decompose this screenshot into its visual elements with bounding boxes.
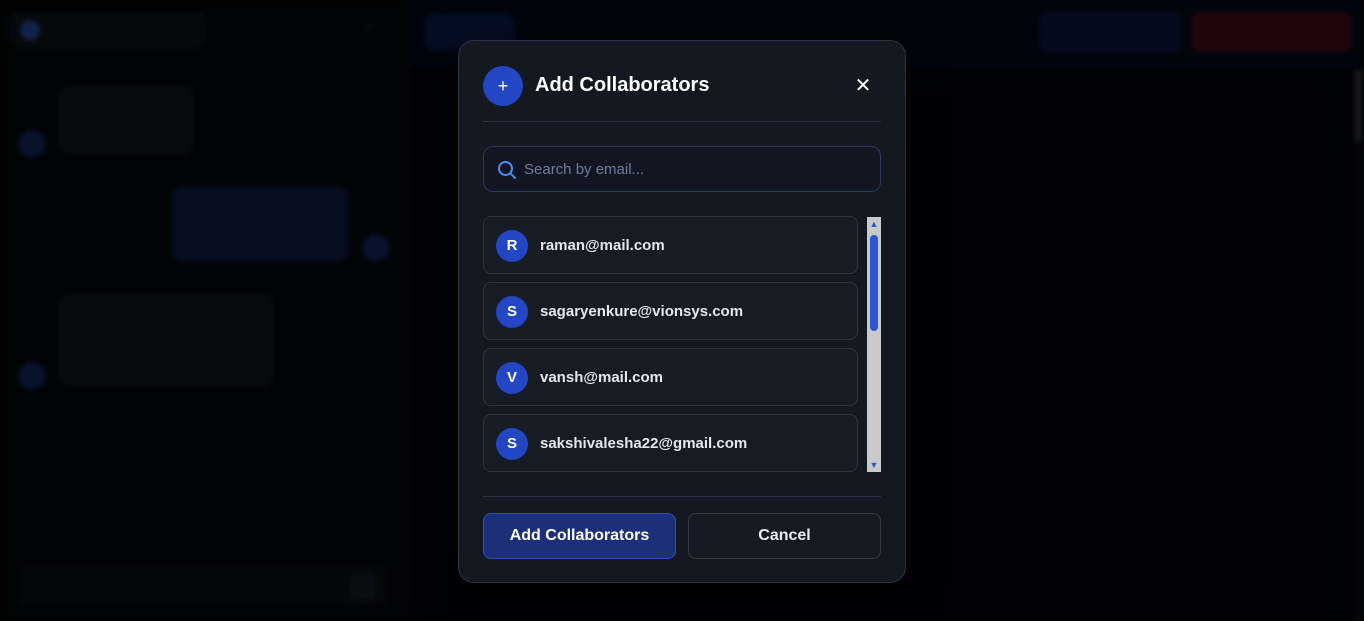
user-list-item[interactable]: R raman@mail.com <box>483 216 858 274</box>
search-input[interactable] <box>524 147 874 191</box>
avatar: S <box>496 296 528 328</box>
search-icon <box>498 161 516 179</box>
plus-icon: + <box>483 66 523 106</box>
search-field[interactable] <box>483 146 881 192</box>
user-list: R raman@mail.com S sagaryenkure@vionsys.… <box>483 216 858 474</box>
user-list-scrollbar[interactable]: ▲ ▼ <box>867 217 881 472</box>
user-list-item[interactable]: S sagaryenkure@vionsys.com <box>483 282 858 340</box>
user-email: raman@mail.com <box>540 237 665 254</box>
cancel-button[interactable]: Cancel <box>688 513 881 559</box>
footer-divider <box>483 496 881 497</box>
user-list-item[interactable]: V vansh@mail.com <box>483 348 858 406</box>
add-collaborators-button[interactable]: Add Collaborators <box>483 513 676 559</box>
add-collaborators-modal: + Add Collaborators ✕ R raman@mail.com S… <box>458 40 906 583</box>
modal-title: Add Collaborators <box>535 74 710 96</box>
scroll-up-arrow-icon[interactable]: ▲ <box>867 217 881 231</box>
user-list-item[interactable]: S sakshivalesha22@gmail.com <box>483 414 858 472</box>
user-email: sagaryenkure@vionsys.com <box>540 303 744 320</box>
avatar: S <box>496 428 528 460</box>
avatar: R <box>496 230 528 262</box>
user-email: sakshivalesha22@gmail.com <box>540 435 748 452</box>
user-email: vansh@mail.com <box>540 369 664 386</box>
scroll-down-arrow-icon[interactable]: ▼ <box>867 458 881 472</box>
close-icon[interactable]: ✕ <box>851 74 875 98</box>
scrollbar-thumb[interactable] <box>870 235 878 331</box>
avatar: V <box>496 362 528 394</box>
header-divider <box>483 121 881 122</box>
